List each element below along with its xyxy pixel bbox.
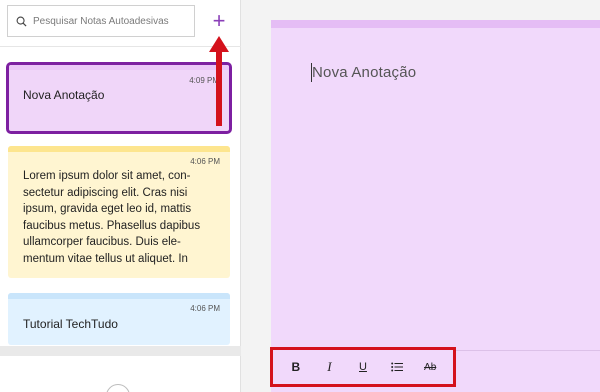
divider	[0, 46, 241, 47]
bullet-list-button[interactable]	[384, 354, 410, 380]
notes-sidebar: + 4:09 PM Nova Anotação 4:06 PM Lorem ip…	[0, 0, 241, 392]
note-time: 4:06 PM	[190, 157, 220, 166]
note-color-band	[9, 65, 229, 70]
note-time: 4:06 PM	[190, 304, 220, 313]
note-text: Tutorial TechTudo	[23, 317, 118, 331]
note-editor[interactable]: Nova Anotação	[271, 20, 600, 392]
editor-color-band	[271, 20, 600, 28]
plus-icon: +	[212, 8, 226, 33]
strikethrough-button[interactable]: Ab	[417, 354, 443, 380]
bullet-list-icon	[390, 362, 403, 372]
add-note-button[interactable]: +	[207, 8, 231, 33]
red-arrow-annotation	[209, 36, 229, 126]
note-item[interactable]: 4:06 PM Lorem ipsum dolor sit amet, con-…	[8, 146, 230, 278]
note-color-band	[8, 146, 230, 152]
underline-button[interactable]: U	[350, 354, 376, 380]
search-input[interactable]	[33, 15, 183, 27]
search-icon	[16, 16, 27, 27]
note-color-band	[8, 293, 230, 299]
settings-icon[interactable]	[106, 384, 130, 392]
formatting-toolbar: B I U Ab	[270, 347, 456, 387]
italic-button[interactable]: I	[316, 354, 342, 380]
bold-button[interactable]: B	[283, 354, 309, 380]
note-item-selected[interactable]: 4:09 PM Nova Anotação	[6, 62, 232, 134]
sidebar-bottom-strip	[0, 346, 241, 356]
search-box[interactable]	[7, 5, 195, 37]
note-text: Lorem ipsum dolor sit amet, con-sectetur…	[23, 170, 201, 265]
editor-text[interactable]: Nova Anotação	[312, 64, 416, 81]
note-item[interactable]: 4:06 PM Tutorial TechTudo	[8, 293, 230, 345]
note-text: Nova Anotação	[23, 88, 105, 102]
